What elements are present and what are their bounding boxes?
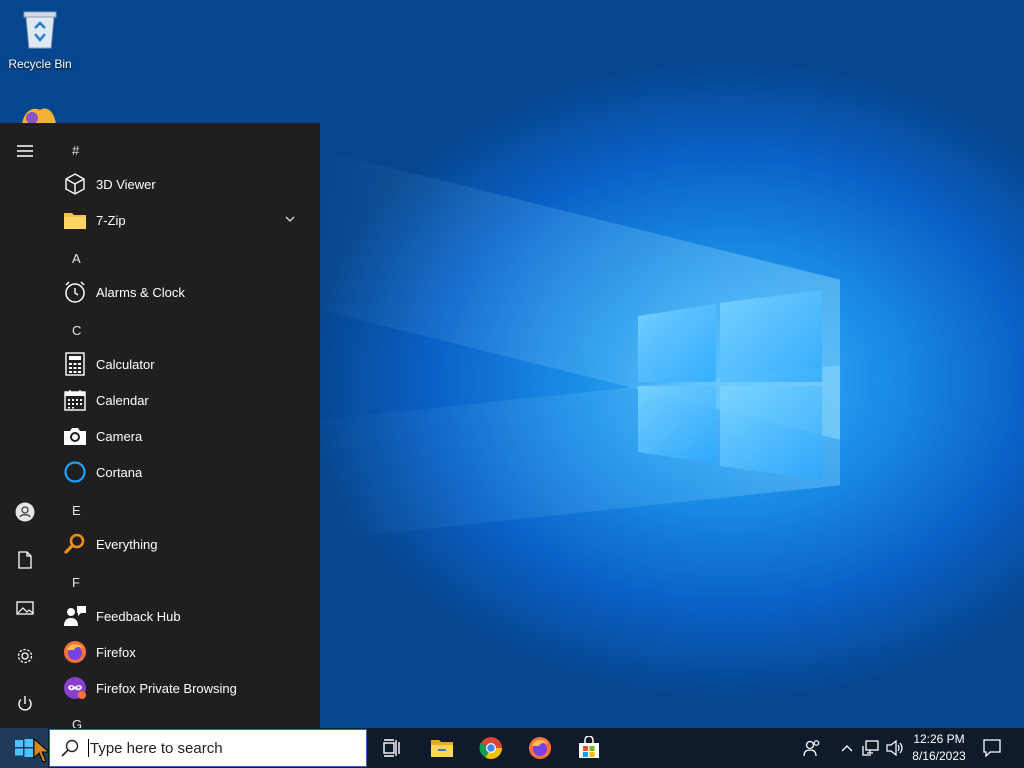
hamburger-menu-icon[interactable] — [13, 139, 37, 163]
app-label: Calendar — [96, 392, 149, 408]
letter-header-hash[interactable]: # — [72, 143, 79, 158]
action-center-icon — [983, 739, 1001, 757]
task-view-icon — [383, 739, 400, 757]
firefox-private-icon — [64, 677, 86, 699]
letter-header-c[interactable]: C — [72, 323, 81, 338]
app-alarms-clock[interactable]: Alarms & Clock — [62, 275, 312, 309]
app-calendar[interactable]: Calendar — [62, 383, 312, 417]
microsoft-store-icon — [579, 736, 599, 758]
app-label: 3D Viewer — [96, 176, 156, 192]
app-firefox[interactable]: Firefox — [62, 635, 312, 669]
alarm-clock-icon — [65, 281, 85, 303]
app-feedback-hub[interactable]: Feedback Hub — [62, 599, 312, 633]
search-icon — [61, 739, 79, 757]
chevron-down-icon[interactable] — [284, 213, 296, 225]
file-explorer-button[interactable] — [426, 732, 458, 764]
search-placeholder: Type here to search — [90, 739, 223, 757]
firefox-icon — [529, 737, 551, 759]
letter-header-a[interactable]: A — [72, 251, 81, 266]
app-cortana[interactable]: Cortana — [62, 455, 312, 489]
app-label: Feedback Hub — [96, 608, 181, 624]
app-everything[interactable]: Everything — [62, 527, 312, 561]
app-label: Firefox Private Browsing — [96, 680, 237, 696]
everything-search-icon — [64, 533, 85, 554]
user-account-icon[interactable] — [13, 500, 37, 524]
3d-viewer-icon — [65, 173, 85, 195]
file-explorer-icon — [431, 740, 453, 757]
show-hidden-icons-button[interactable] — [838, 728, 856, 768]
documents-icon[interactable] — [13, 548, 37, 572]
task-view-button[interactable] — [376, 732, 408, 764]
letter-header-f[interactable]: F — [72, 575, 80, 590]
settings-gear-icon[interactable] — [13, 644, 37, 668]
taskbar-clock[interactable]: 12:26 PM 8/16/2023 — [900, 731, 978, 765]
app-camera[interactable]: Camera — [62, 419, 312, 453]
chrome-icon — [479, 737, 502, 759]
people-button[interactable] — [798, 728, 826, 768]
app-label: Cortana — [96, 464, 143, 480]
cortana-icon — [64, 461, 86, 483]
recycle-bin-icon — [23, 11, 57, 49]
app-7-zip[interactable]: 7-Zip — [62, 203, 312, 237]
app-label: Firefox — [96, 644, 136, 660]
firefox-taskbar-button[interactable] — [524, 732, 556, 764]
windows-start-icon — [15, 739, 33, 757]
app-label: 7-Zip — [96, 212, 126, 228]
text-caret — [88, 739, 89, 757]
app-calculator[interactable]: Calculator — [62, 347, 312, 381]
app-list: # 3D Viewer 7-Zip A Alarms & Clock C Cal… — [56, 123, 320, 728]
calculator-icon — [65, 352, 85, 376]
app-label: Everything — [96, 536, 158, 552]
network-button[interactable] — [860, 728, 882, 768]
desktop-icon-recycle-bin[interactable]: Recycle Bin — [4, 6, 76, 71]
desktop-icon-label: Recycle Bin — [8, 57, 72, 71]
start-menu: # 3D Viewer 7-Zip A Alarms & Clock C Cal… — [0, 123, 320, 728]
app-label: Calculator — [96, 356, 155, 372]
firefox-icon — [64, 641, 86, 663]
clock-date: 8/16/2023 — [912, 749, 966, 763]
clock-time: 12:26 PM — [913, 732, 965, 746]
taskbar-search-box[interactable]: Type here to search — [49, 729, 367, 767]
letter-header-e[interactable]: E — [72, 503, 81, 518]
app-firefox-private-browsing[interactable]: Firefox Private Browsing — [62, 671, 312, 705]
app-label: Camera — [96, 428, 143, 444]
partially-hidden-desktop-icon[interactable] — [18, 104, 60, 124]
app-label: Alarms & Clock — [96, 284, 185, 300]
taskbar: Type here to search 12:26 PM 8/16/2023 — [0, 728, 1024, 768]
pictures-icon[interactable] — [13, 596, 37, 620]
chevron-up-icon — [841, 745, 853, 752]
start-rail — [0, 123, 50, 728]
chrome-button[interactable] — [475, 732, 507, 764]
folder-icon — [64, 213, 86, 229]
letter-header-g[interactable]: G — [72, 717, 82, 728]
power-icon[interactable] — [13, 692, 37, 716]
network-icon — [862, 740, 879, 756]
people-icon — [803, 740, 820, 757]
feedback-hub-icon — [64, 606, 86, 626]
microsoft-store-button[interactable] — [573, 732, 605, 764]
windows-logo-wallpaper — [638, 290, 822, 480]
app-3d-viewer[interactable]: 3D Viewer — [62, 167, 312, 201]
calendar-icon — [64, 390, 86, 411]
camera-icon — [64, 428, 86, 445]
action-center-button[interactable] — [978, 728, 1006, 768]
